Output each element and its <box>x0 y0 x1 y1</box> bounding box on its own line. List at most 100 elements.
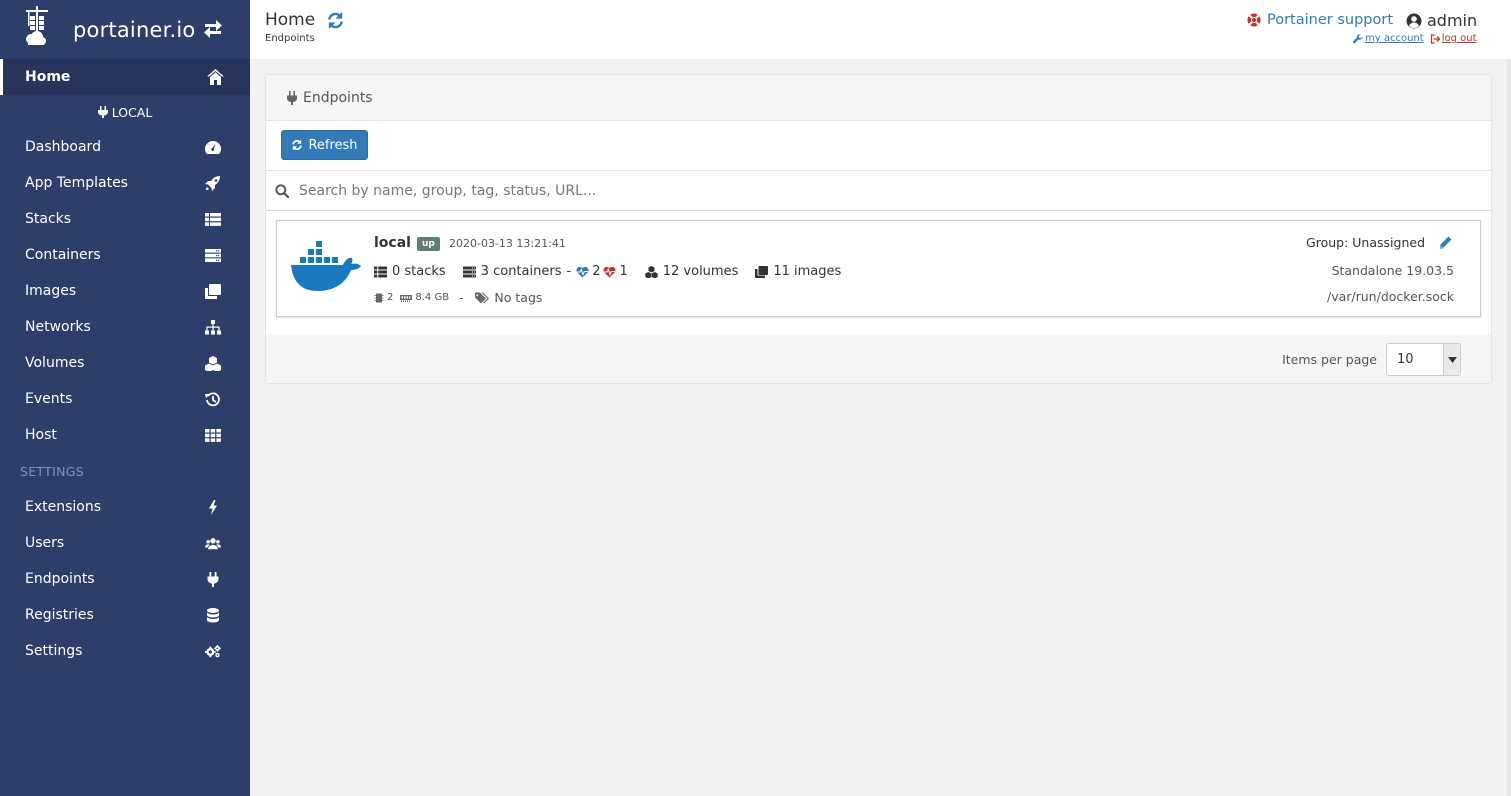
sidebar-item-host[interactable]: Host <box>0 417 250 453</box>
memory-icon <box>400 294 413 302</box>
my-account-link[interactable]: my account <box>1353 33 1424 44</box>
search-input[interactable] <box>299 182 899 199</box>
heartbeat-unhealthy-icon <box>603 266 616 277</box>
sidebar-item-volumes[interactable]: Volumes <box>0 345 250 381</box>
users-icon <box>205 538 221 550</box>
exchange-icon[interactable] <box>203 20 223 38</box>
sign-out-icon <box>1430 33 1440 44</box>
endpoint-item-local[interactable]: local up 2020-03-13 13:21:41 0 stacks 3 … <box>276 220 1481 317</box>
sidebar-item-label: Events <box>25 391 73 407</box>
sidebar: portainer.io Home LOCAL Dashboard App Te… <box>0 0 250 796</box>
topbar: Home Endpoints Portainer support admin m… <box>250 0 1511 59</box>
tachometer-icon <box>205 141 221 154</box>
sidebar-item-home[interactable]: Home <box>0 59 250 95</box>
sidebar-item-label: App Templates <box>25 175 128 191</box>
sidebar-item-stacks[interactable]: Stacks <box>0 201 250 237</box>
sidebar-item-endpoints[interactable]: Endpoints <box>0 561 250 597</box>
endpoint-tags: No tags <box>475 290 542 305</box>
sidebar-item-extensions[interactable]: Extensions <box>0 489 250 525</box>
brand: portainer.io <box>0 0 250 59</box>
sidebar-item-app-templates[interactable]: App Templates <box>0 165 250 201</box>
refresh-button[interactable]: Refresh <box>281 130 368 160</box>
sidebar-item-networks[interactable]: Networks <box>0 309 250 345</box>
sidebar-item-events[interactable]: Events <box>0 381 250 417</box>
sidebar-item-label: Host <box>25 427 57 443</box>
pencil-icon[interactable] <box>1439 236 1452 249</box>
th-icon <box>205 429 221 442</box>
portainer-crane-icon <box>26 6 48 45</box>
settings-section-header: SETTINGS <box>20 463 84 479</box>
endpoint-meta: 2 8.4 GB - No tags <box>374 290 542 305</box>
refresh-icon[interactable] <box>326 11 345 30</box>
memory-size: 8.4 GB <box>415 292 450 303</box>
life-ring-icon <box>1247 13 1261 27</box>
sidebar-item-label: Home <box>25 69 71 85</box>
sidebar-item-dashboard[interactable]: Dashboard <box>0 129 250 165</box>
account-links: my account log out <box>1353 33 1477 44</box>
widget-title: Endpoints <box>303 89 373 106</box>
brand-name: portainer.io <box>73 18 196 42</box>
username: admin <box>1427 11 1478 30</box>
group-label: Group: Unassigned <box>1306 235 1425 250</box>
items-per-page-select[interactable]: 10 <box>1386 343 1461 376</box>
plug-icon <box>207 572 219 587</box>
volumes-count: 12 volumes <box>645 264 739 279</box>
page-scrollbar[interactable] <box>1507 59 1511 796</box>
sidebar-item-users[interactable]: Users <box>0 525 250 561</box>
stats-separator: - <box>566 264 572 279</box>
portainer-support-link[interactable]: Portainer support <box>1247 12 1393 28</box>
log-out-link[interactable]: log out <box>1430 33 1477 44</box>
sidebar-item-label: Images <box>25 283 77 299</box>
sidebar-item-settings[interactable]: Settings <box>0 633 250 669</box>
clone-icon <box>755 265 769 278</box>
endpoint-version: Standalone 19.03.5 <box>1331 263 1454 278</box>
sidebar-item-registries[interactable]: Registries <box>0 597 250 633</box>
images-count: 11 images <box>755 264 841 279</box>
sidebar-item-label: Users <box>25 535 65 551</box>
volumes-label: 12 volumes <box>662 264 739 279</box>
server-icon <box>462 266 476 277</box>
refresh-icon <box>292 139 303 151</box>
portainer-logo[interactable]: portainer.io <box>24 6 195 48</box>
clone-icon <box>205 284 221 299</box>
widget-footer: Items per page 10 <box>266 334 1491 383</box>
select-arrow <box>1443 344 1460 375</box>
plug-icon <box>287 90 297 105</box>
stacks-count: 0 stacks <box>374 264 446 279</box>
my-account-label: my account <box>1365 33 1424 44</box>
endpoint-group: Group: Unassigned <box>1306 235 1452 250</box>
stacks-label: 0 stacks <box>392 264 446 279</box>
items-per-page: Items per page 10 <box>1282 343 1461 376</box>
tags-label: No tags <box>494 290 543 305</box>
endpoint-timestamp: 2020-03-13 13:21:41 <box>449 237 566 250</box>
plug-icon <box>97 106 108 118</box>
home-icon <box>207 69 224 85</box>
sidebar-item-images[interactable]: Images <box>0 273 250 309</box>
meta-separator: - <box>459 290 464 305</box>
endpoint-stats: 0 stacks 3 containers - 2 1 12 volumes 1… <box>374 264 841 279</box>
chevron-down-icon <box>1447 356 1457 363</box>
user-circle-icon <box>1406 13 1422 28</box>
endpoint-url: /var/run/docker.sock <box>1327 289 1454 304</box>
heartbeat-healthy-icon <box>576 266 589 277</box>
cubes-icon <box>645 265 658 278</box>
sidebar-item-label: Networks <box>25 319 91 335</box>
th-list-icon <box>205 213 221 226</box>
refresh-label: Refresh <box>308 137 358 153</box>
server-icon <box>205 249 221 262</box>
sidebar-item-label: Settings <box>25 643 83 659</box>
cubes-icon <box>205 356 221 371</box>
rocket-icon <box>205 176 220 191</box>
user-menu: admin <box>1406 11 1477 30</box>
log-out-label: log out <box>1441 33 1477 44</box>
breadcrumb: Endpoints <box>265 33 315 44</box>
containers-count: 3 containers - <box>462 264 572 279</box>
containers-label: 3 containers <box>480 264 562 279</box>
wrench-icon <box>1353 33 1363 43</box>
environment-name: LOCAL <box>0 95 250 129</box>
unhealthy-count: 1 <box>603 264 628 279</box>
healthy-count: 2 <box>576 264 600 279</box>
docker-whale-icon <box>291 241 361 291</box>
history-icon <box>205 392 220 407</box>
sidebar-item-containers[interactable]: Containers <box>0 237 250 273</box>
